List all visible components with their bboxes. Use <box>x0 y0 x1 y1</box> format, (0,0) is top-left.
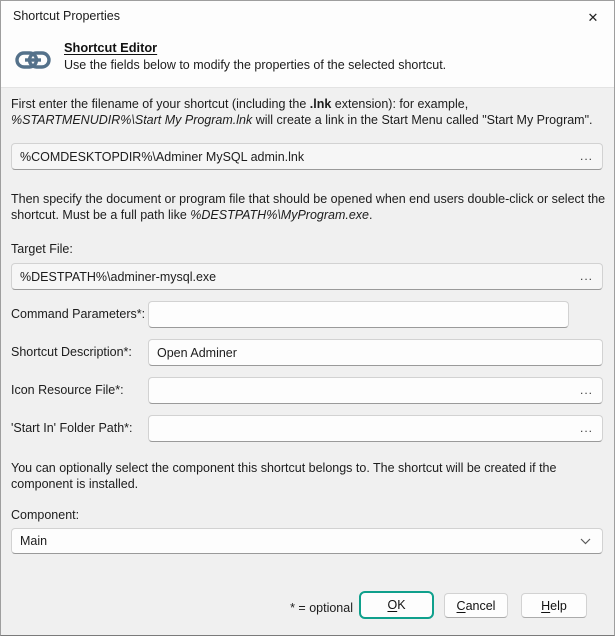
target-file-label: Target File: <box>11 242 73 256</box>
command-parameters-input[interactable] <box>148 301 569 328</box>
shortcut-filename-field[interactable]: %COMDESKTOPDIR%\Adminer MySQL admin.lnk … <box>11 143 603 170</box>
cancel-rest: ancel <box>465 598 496 613</box>
shortcut-properties-dialog: Shortcut Properties ✕ Shortcut Editor Us… <box>0 0 615 636</box>
shortcut-description-input[interactable]: Open Adminer <box>148 339 603 366</box>
intro-text-mid: extension): for example, <box>331 97 469 111</box>
shortcut-description-value: Open Adminer <box>157 345 237 360</box>
header-title: Shortcut Editor <box>64 40 158 55</box>
window-title: Shortcut Properties <box>13 9 120 23</box>
target-paragraph: Then specify the document or program fil… <box>11 191 609 223</box>
cancel-mnemonic: C <box>456 598 466 613</box>
icon-resource-file-label: Icon Resource File*: <box>11 383 124 397</box>
shortcut-description-label: Shortcut Description*: <box>11 345 132 359</box>
browse-icon-button[interactable]: ... <box>580 382 593 396</box>
intro-bold-lnk: .lnk <box>309 97 332 111</box>
component-dropdown[interactable]: Main <box>11 528 603 554</box>
cancel-button[interactable]: Cancel <box>444 593 508 618</box>
browse-start-in-button[interactable]: ... <box>580 420 593 434</box>
header-subtitle: Use the fields below to modify the prope… <box>64 58 447 72</box>
intro-text-post: will create a link in the Start Menu cal… <box>252 113 593 127</box>
target-text-post: . <box>369 208 373 222</box>
ok-mnemonic: O <box>387 598 398 612</box>
help-button[interactable]: Help <box>521 593 587 618</box>
dialog-header-band: Shortcut Properties ✕ Shortcut Editor Us… <box>1 1 614 88</box>
icon-resource-file-input[interactable]: ... <box>148 377 603 404</box>
intro-text: First enter the filename of your shortcu… <box>11 97 310 111</box>
browse-target-button[interactable]: ... <box>580 268 593 282</box>
command-parameters-label: Command Parameters*: <box>11 307 146 321</box>
intro-paragraph: First enter the filename of your shortcu… <box>11 96 609 128</box>
help-rest: elp <box>550 598 567 613</box>
start-in-folder-label: 'Start In' Folder Path*: <box>11 421 133 435</box>
component-paragraph: You can optionally select the component … <box>11 461 557 491</box>
target-file-value: %DESTPATH%\adminer-mysql.exe <box>20 269 217 284</box>
start-in-folder-input[interactable]: ... <box>148 415 603 442</box>
ok-rest: K <box>397 598 406 612</box>
close-button[interactable]: ✕ <box>576 5 610 31</box>
shortcut-filename-value: %COMDESKTOPDIR%\Adminer MySQL admin.lnk <box>20 149 305 164</box>
target-example-path: %DESTPATH%\MyProgram.exe <box>190 208 370 222</box>
optional-note: * = optional <box>290 601 353 615</box>
chain-link-icon <box>14 45 52 78</box>
browse-filename-button[interactable]: ... <box>580 148 593 162</box>
ok-button[interactable]: OK <box>359 591 434 619</box>
component-label: Component: <box>11 508 80 522</box>
intro-example-path: %STARTMENUDIR%\Start My Program.lnk <box>11 113 253 127</box>
component-selected-value: Main <box>20 534 48 548</box>
help-mnemonic: H <box>541 598 551 613</box>
target-file-field[interactable]: %DESTPATH%\adminer-mysql.exe ... <box>11 263 603 290</box>
close-icon: ✕ <box>587 10 599 25</box>
chevron-down-icon <box>580 538 591 545</box>
